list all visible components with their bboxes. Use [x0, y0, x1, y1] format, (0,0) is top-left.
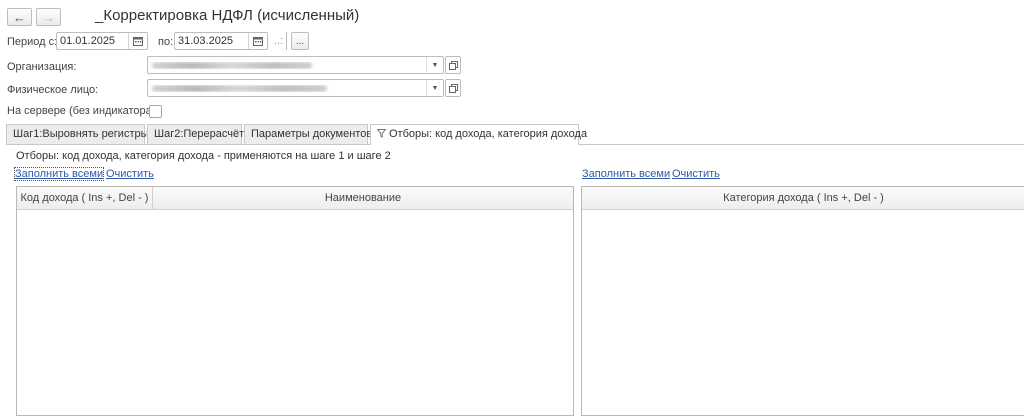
column-name[interactable]: Наименование: [153, 187, 573, 209]
server-checkbox[interactable]: [149, 105, 162, 118]
person-label: Физическое лицо:: [7, 84, 99, 96]
period-from-value: 01.01.2025: [60, 35, 116, 47]
arrow-right-icon: →: [42, 9, 55, 25]
open-window-icon: [448, 60, 458, 70]
organization-value-redacted: [148, 61, 426, 69]
filter-icon: [376, 129, 387, 138]
income-codes-table[interactable]: Код дохода ( Ins +, Del - ) Наименование: [16, 186, 574, 416]
clear-income-codes-link[interactable]: Очистить: [106, 168, 154, 180]
clear-categories-link[interactable]: Очистить: [672, 168, 720, 180]
fill-all-income-codes-link[interactable]: Заполнить всеми: [13, 167, 105, 181]
person-field[interactable]: ▼: [147, 79, 444, 97]
server-label: На сервере (без индикатора):: [7, 105, 159, 117]
filters-note: Отборы: код дохода, категория дохода - п…: [16, 150, 391, 162]
fill-all-categories-link[interactable]: Заполнить всеми: [582, 168, 670, 180]
chevron-down-icon[interactable]: ▼: [426, 80, 443, 96]
open-window-icon: [448, 83, 458, 93]
tab-divider: [579, 144, 1024, 145]
period-from-field[interactable]: 01.01.2025: [56, 32, 148, 50]
forward-button[interactable]: →: [36, 8, 61, 26]
income-categories-table[interactable]: Категория дохода ( Ins +, Del - ): [581, 186, 1024, 416]
calendar-icon[interactable]: [248, 33, 267, 49]
tab-step2[interactable]: Шаг2:Перерасчёт: [147, 124, 244, 144]
page-title: _Корректировка НДФЛ (исчисленный): [95, 7, 360, 24]
tab-filters-label: Отборы: код дохода, категория дохода: [389, 128, 588, 140]
divider: [286, 32, 287, 50]
period-to-value: 31.03.2025: [178, 35, 234, 47]
column-income-code[interactable]: Код дохода ( Ins +, Del - ): [17, 187, 152, 209]
table-header: Код дохода ( Ins +, Del - ) Наименование: [17, 187, 573, 210]
tab-divider: [6, 144, 370, 145]
tab-document-params[interactable]: Параметры документов: [244, 124, 372, 144]
tab-filters[interactable]: Отборы: код дохода, категория дохода: [370, 124, 587, 145]
period-to-field[interactable]: 31.03.2025: [174, 32, 268, 50]
open-person-button[interactable]: [445, 79, 461, 97]
organization-field[interactable]: ▼: [147, 56, 444, 74]
arrow-left-icon: ←: [13, 9, 26, 25]
period-from-label: Период с:: [7, 36, 58, 48]
calendar-icon[interactable]: [128, 33, 147, 49]
select-period-button[interactable]: ...: [291, 32, 309, 50]
period-to-label: по:: [158, 36, 174, 48]
column-income-category[interactable]: Категория дохода ( Ins +, Del - ): [582, 187, 1024, 209]
back-button[interactable]: ←: [7, 8, 32, 26]
chevron-down-icon[interactable]: ▼: [426, 57, 443, 73]
person-value-redacted: [148, 84, 426, 92]
tab-step1[interactable]: Шаг1:Выровнять регистры: [6, 124, 149, 144]
table-header: Категория дохода ( Ins +, Del - ): [582, 187, 1024, 210]
open-organization-button[interactable]: [445, 56, 461, 74]
organization-label: Организация:: [7, 61, 77, 73]
period-separator: ..:: [274, 35, 284, 47]
